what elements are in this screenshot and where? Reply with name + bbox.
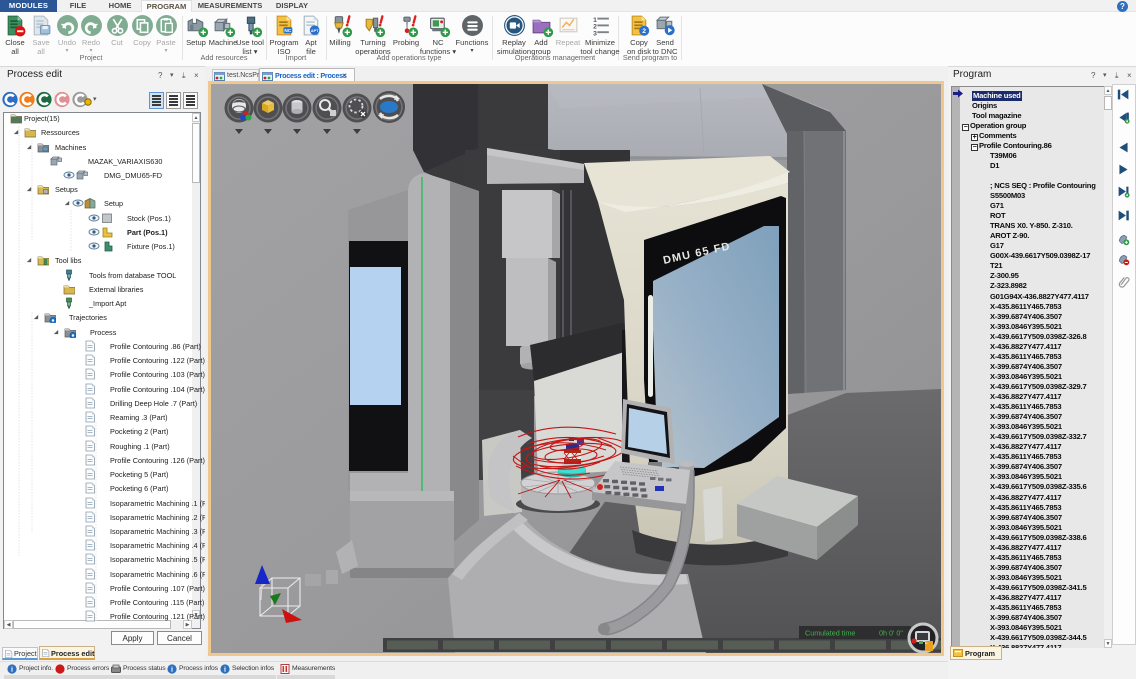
svg-text:0h 0' 0": 0h 0' 0" xyxy=(879,629,903,638)
svg-text:APT: APT xyxy=(311,29,319,33)
svg-text:NC: NC xyxy=(284,28,291,34)
svg-text:3: 3 xyxy=(593,30,597,37)
svg-text:i: i xyxy=(11,666,13,674)
svg-text:2: 2 xyxy=(642,28,646,35)
svg-text:Cumulated time: Cumulated time xyxy=(805,629,855,638)
svg-text:i: i xyxy=(224,666,226,674)
svg-text:i: i xyxy=(171,666,173,674)
